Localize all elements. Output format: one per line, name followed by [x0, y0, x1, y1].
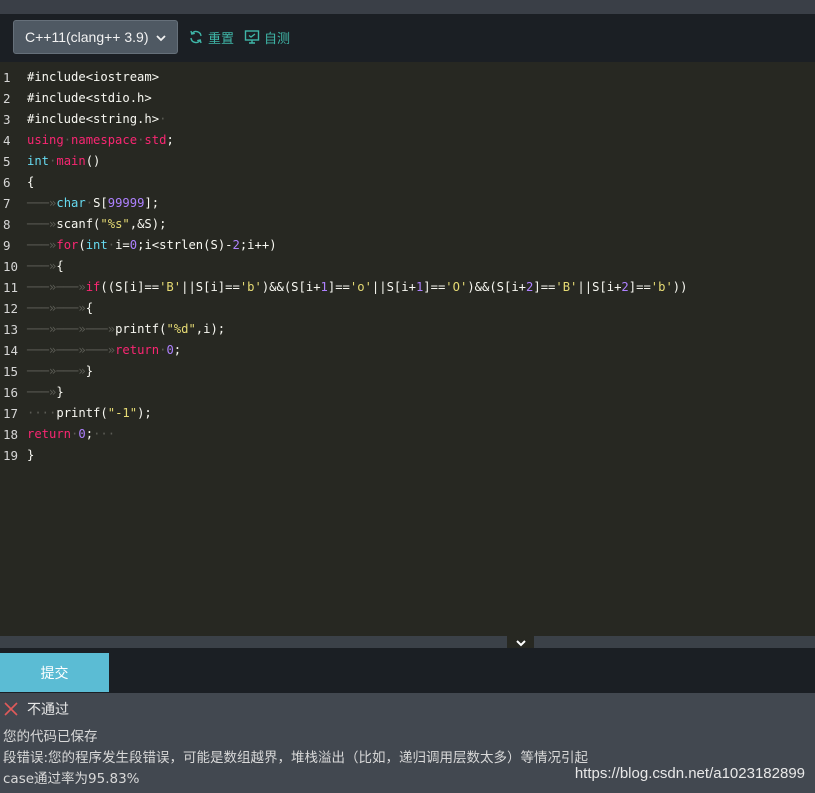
submit-button[interactable]: 提交 — [0, 653, 109, 692]
submit-area: 提交 — [0, 648, 815, 693]
pass-rate: case通过率为95.83% — [3, 771, 140, 787]
code-text[interactable]: } — [27, 445, 34, 466]
line-number: 15 — [3, 364, 19, 379]
line-number: 4 — [3, 133, 11, 148]
editor-toolbar: C++11(clang++ 3.9) 重置 自测 — [0, 14, 815, 62]
line-number: 19 — [3, 448, 19, 463]
line-number: 14 — [3, 343, 19, 358]
language-select[interactable]: C++11(clang++ 3.9) — [13, 20, 178, 54]
code-text[interactable]: using·namespace·std; — [27, 130, 174, 151]
line-number: 17 — [3, 406, 19, 421]
status-row: 不通过 — [4, 699, 69, 719]
code-text[interactable]: ───»scanf("%s",&S); — [27, 214, 166, 235]
code-text[interactable]: ───»} — [27, 382, 64, 403]
code-text[interactable]: return·0;··· — [27, 424, 115, 445]
line-number: 13 — [3, 322, 19, 337]
line-number: 11 — [3, 280, 19, 295]
chevron-down-icon — [155, 31, 167, 47]
line-number: 3 — [3, 112, 11, 127]
code-text[interactable]: ───»───»───»printf("%d",i); — [27, 319, 225, 340]
code-editor[interactable]: 1 #include<iostream> 2 #include<stdio.h> 3 #i… — [0, 62, 815, 636]
close-icon — [4, 702, 18, 716]
reset-label: 重置 — [208, 31, 235, 47]
line-number: 12 — [3, 301, 19, 316]
code-text[interactable]: ───»char·S[99999]; — [27, 193, 159, 214]
code-text[interactable]: ───»───»} — [27, 361, 93, 382]
watermark: https://blog.csdn.net/a1023182899 — [574, 765, 805, 782]
code-text[interactable]: int·main() — [27, 151, 100, 172]
reset-button[interactable]: 重置 — [188, 27, 234, 47]
code-text[interactable]: ───»───»───»return·0; — [27, 340, 181, 361]
code-text[interactable]: #include<stdio.h> — [27, 88, 152, 109]
status-text: 不通过 — [27, 702, 69, 718]
code-text[interactable]: ····printf("-1"); — [27, 403, 152, 424]
selftest-button[interactable]: 自测 — [244, 27, 290, 47]
code-text[interactable]: #include<iostream> — [27, 67, 159, 88]
line-number: 1 — [3, 70, 11, 85]
selftest-label: 自测 — [264, 31, 291, 47]
line-number: 9 — [3, 238, 11, 253]
code-text[interactable]: #include<string.h>· — [27, 109, 166, 130]
language-select-value: C++11(clang++ 3.9) — [25, 29, 149, 45]
top-strip — [0, 0, 815, 14]
result-panel: 不通过 您的代码已保存 段错误:您的程序发生段错误，可能是数组越界，堆栈溢出（比… — [0, 693, 815, 793]
code-text[interactable]: ───»───»if((S[i]=='B'||S[i]=='b')&&(S[i+… — [27, 277, 687, 298]
line-number: 16 — [3, 385, 19, 400]
monitor-icon — [244, 30, 260, 44]
line-number: 10 — [3, 259, 19, 274]
error-message: 段错误:您的程序发生段错误，可能是数组越界，堆栈溢出（比如，递归调用层数太多）等… — [3, 750, 589, 766]
code-text[interactable]: { — [27, 172, 34, 193]
code-text[interactable]: ───»for(int·i=0;i<strlen(S)-2;i++) — [27, 235, 277, 256]
line-number: 7 — [3, 196, 11, 211]
line-number: 5 — [3, 154, 11, 169]
line-number: 18 — [3, 427, 19, 442]
saved-message: 您的代码已保存 — [3, 729, 98, 745]
line-number: 6 — [3, 175, 11, 190]
code-text[interactable]: ───»───»{ — [27, 298, 93, 319]
resize-bar[interactable] — [0, 636, 815, 648]
chevron-down-icon — [515, 640, 526, 647]
refresh-icon — [190, 30, 202, 44]
line-number: 8 — [3, 217, 11, 232]
line-number: 2 — [3, 91, 11, 106]
code-text[interactable]: ───»{ — [27, 256, 64, 277]
